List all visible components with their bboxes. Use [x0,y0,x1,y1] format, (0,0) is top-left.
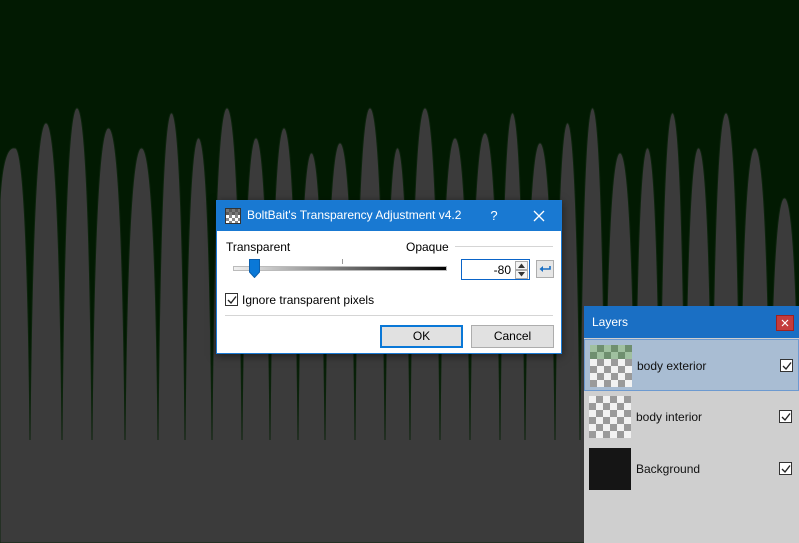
reset-arrow-icon [539,266,551,272]
layer-name: body exterior [637,359,707,373]
close-button[interactable] [517,201,561,231]
layers-panel-title: Layers [592,315,629,329]
checkmark-icon [227,296,237,305]
dialog-titlebar[interactable]: BoltBait's Transparency Adjustment v4.2 … [217,201,561,231]
layer-name: body interior [636,410,703,424]
checkmark-icon [781,413,791,422]
layer-name: Background [636,462,701,476]
spin-up-button[interactable] [515,261,528,270]
transparency-slider-track[interactable] [233,266,447,271]
checkmark-icon [782,362,792,371]
layers-close-button[interactable] [776,315,794,331]
plugin-app-icon [225,208,241,224]
ignore-transparent-label[interactable]: Ignore transparent pixels [242,293,374,307]
layer-visibility-checkbox[interactable] [779,410,792,423]
spin-down-button[interactable] [515,270,528,279]
reset-default-button[interactable] [536,260,554,278]
arrow-down-icon [518,272,525,277]
divider [455,246,553,247]
slider-max-label: Opaque [406,240,449,254]
layer-thumbnail [590,345,632,387]
layer-thumbnail [589,396,631,438]
transparency-value: -80 [493,263,511,277]
checkmark-icon [781,465,791,474]
arrow-up-icon [518,263,525,268]
layer-row-body-interior[interactable]: body interior [584,391,799,443]
cancel-button[interactable]: Cancel [471,325,554,348]
transparency-slider-thumb[interactable] [248,259,260,279]
ok-button[interactable]: OK [380,325,463,348]
close-icon [533,210,545,222]
slider-center-tick [342,259,343,264]
layer-row-body-exterior[interactable]: body exterior [584,339,799,391]
layer-visibility-checkbox[interactable] [779,462,792,475]
transparency-adjustment-dialog: BoltBait's Transparency Adjustment v4.2 … [216,200,562,354]
layer-row-background[interactable]: Background [584,443,799,495]
slider-min-label: Transparent [226,240,291,254]
help-button[interactable]: ? [483,201,505,231]
layers-panel-titlebar[interactable]: Layers [584,306,799,338]
dialog-title: BoltBait's Transparency Adjustment v4.2 [247,208,462,222]
layer-thumbnail [589,448,631,490]
close-icon [781,319,789,327]
layer-visibility-checkbox[interactable] [780,359,793,372]
ignore-transparent-checkbox[interactable] [225,293,238,306]
divider [225,315,553,316]
layers-panel: Layers body exterior body interior Backg… [584,306,799,543]
transparency-value-input[interactable]: -80 [461,259,530,280]
